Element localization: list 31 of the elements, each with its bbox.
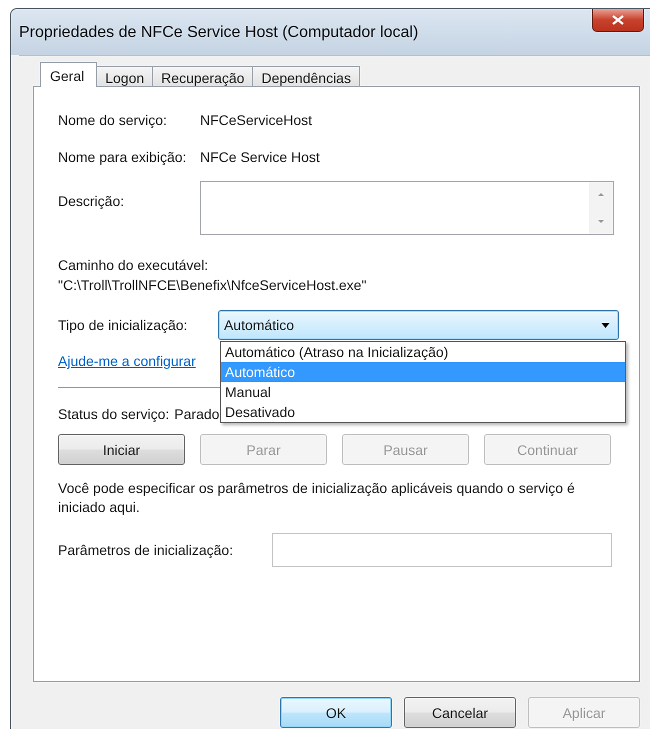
- dropdown-option[interactable]: Desativado: [221, 402, 625, 422]
- scrollbar[interactable]: [589, 182, 613, 234]
- status-value: Parado: [174, 406, 220, 422]
- startup-type-dropdown[interactable]: Automático: [218, 310, 619, 340]
- service-button[interactable]: Iniciar: [58, 434, 185, 465]
- field-value: "C:\Troll\TrollNFCE\Benefix\NfceServiceHost.exe": [58, 277, 368, 293]
- window-title: Propriedades de NFCe Service Host (Computador local): [19, 24, 418, 42]
- tab[interactable]: Geral: [40, 62, 98, 87]
- field-label: Tipo de inicialização:: [58, 317, 188, 333]
- field-value: NFCe Service Host: [200, 148, 320, 164]
- dropdown-option[interactable]: Manual: [221, 382, 625, 402]
- field-label: Status do serviço:: [58, 406, 170, 422]
- field-value: NFCeServiceHost: [200, 112, 312, 128]
- dialog-button[interactable]: Cancelar: [404, 697, 516, 728]
- tab[interactable]: Recuperação: [152, 66, 254, 86]
- field-label: Nome do serviço:: [58, 112, 168, 128]
- description-field[interactable]: [200, 181, 614, 235]
- hint-text: Você pode especificar os parâmetros de inicialização aplicáveis quando o serviço é iniciado aqui.: [58, 479, 576, 517]
- parameters-field[interactable]: [272, 533, 612, 567]
- dropdown-option[interactable]: Automático (Atraso na Inicialização): [221, 342, 625, 362]
- help-link[interactable]: Ajude-me a configurar: [58, 353, 196, 369]
- field-label: Nome para exibição:: [58, 148, 188, 164]
- caret-icon: [601, 322, 610, 328]
- field-label: Caminho do executável:: [58, 257, 210, 273]
- field-label: Parâmetros de inicialização:: [58, 542, 234, 558]
- tab[interactable]: Dependências: [252, 66, 360, 86]
- close-button[interactable]: [592, 9, 644, 32]
- field-label: Descrição:: [58, 192, 126, 209]
- tab[interactable]: Logon: [96, 66, 154, 86]
- close-icon: [612, 15, 624, 25]
- dialog-button[interactable]: OK: [280, 697, 392, 728]
